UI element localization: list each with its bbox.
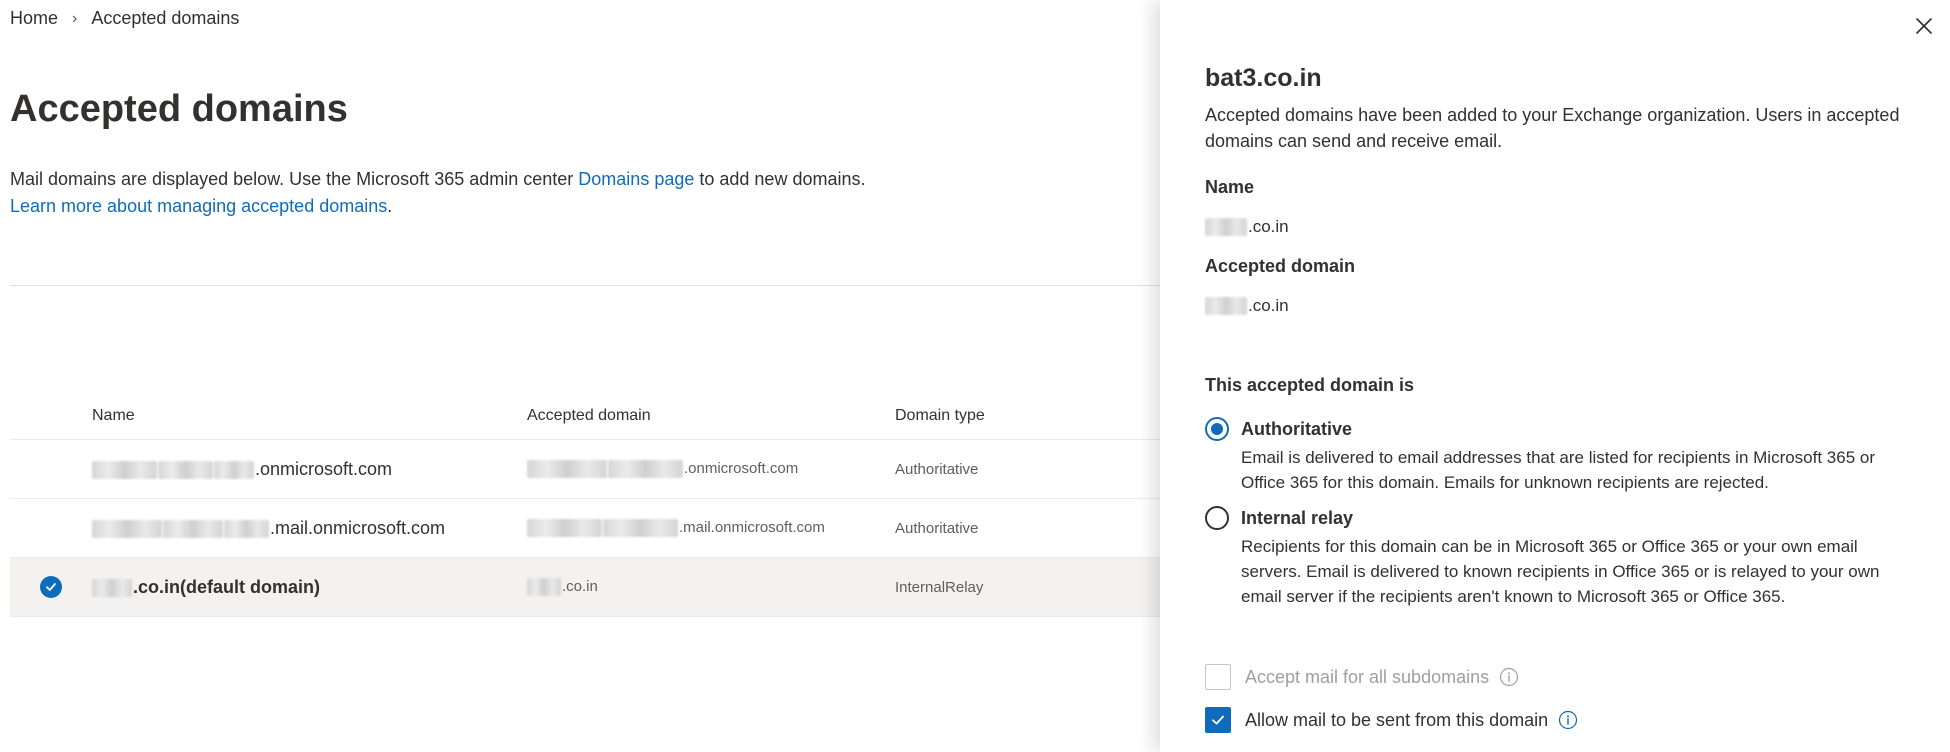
name-value-suffix: .co.in bbox=[1248, 217, 1289, 236]
breadcrumb-home[interactable]: Home bbox=[10, 8, 58, 29]
redacted-text bbox=[608, 460, 683, 479]
page: Home › Accepted domains Accepted domains… bbox=[0, 0, 1950, 752]
name-value: .co.in bbox=[1205, 217, 1289, 237]
row-name-suffix: .mail.onmicrosoft.com bbox=[270, 517, 446, 538]
checkmark-icon bbox=[1212, 715, 1224, 725]
close-button[interactable] bbox=[1912, 14, 1936, 38]
accept-subdomains-checkbox bbox=[1205, 664, 1231, 690]
table-row[interactable]: .onmicrosoft.com .onmicrosoft.com Author… bbox=[10, 440, 1160, 499]
redacted-text bbox=[214, 460, 254, 479]
authoritative-description: Email is delivered to email addresses th… bbox=[1241, 448, 1876, 492]
breadcrumb: Home › Accepted domains bbox=[10, 8, 239, 29]
row-accepted-domain: .mail.onmicrosoft.com bbox=[527, 518, 895, 538]
column-header-accepted-domain[interactable]: Accepted domain bbox=[527, 407, 895, 425]
breadcrumb-current: Accepted domains bbox=[91, 8, 240, 28]
internal-relay-description: Recipients for this domain can be in Mic… bbox=[1241, 537, 1880, 606]
redacted-text bbox=[527, 519, 602, 538]
name-label: Name bbox=[1205, 177, 1255, 197]
table-row[interactable]: .mail.onmicrosoft.com .mail.onmicrosoft.… bbox=[10, 499, 1160, 558]
table-row-selected[interactable]: .co.in(default domain) .co.in InternalRe… bbox=[10, 558, 1160, 617]
description-text-1: Mail domains are displayed below. Use th… bbox=[10, 169, 579, 189]
page-title: Accepted domains bbox=[10, 88, 348, 130]
redacted-text bbox=[163, 519, 223, 538]
row-name: .mail.onmicrosoft.com bbox=[92, 518, 527, 539]
row-accepted-suffix: .mail.onmicrosoft.com bbox=[679, 518, 825, 536]
redacted-text bbox=[1205, 297, 1247, 315]
info-icon[interactable] bbox=[1499, 667, 1519, 687]
checkmark-icon[interactable] bbox=[40, 576, 62, 598]
radio-head: Internal relay bbox=[1205, 506, 1905, 530]
redacted-text bbox=[1205, 218, 1247, 236]
learn-more-link[interactable]: Learn more about managing accepted domai… bbox=[10, 196, 387, 216]
domains-page-link[interactable]: Domains page bbox=[578, 169, 694, 189]
accepted-domain-label: Accepted domain bbox=[1205, 256, 1356, 276]
row-domain-type: Authoritative bbox=[895, 460, 979, 478]
allow-send-option[interactable]: Allow mail to be sent from this domain bbox=[1205, 707, 1578, 733]
authoritative-title: Authoritative bbox=[1241, 418, 1353, 439]
redacted-text bbox=[527, 578, 561, 597]
authoritative-radio[interactable] bbox=[1205, 417, 1229, 441]
row-accepted-domain: .onmicrosoft.com bbox=[527, 459, 895, 479]
radio-dot bbox=[1211, 423, 1223, 435]
row-accepted-suffix: .onmicrosoft.com bbox=[684, 459, 799, 477]
row-name: .co.in(default domain) bbox=[92, 577, 527, 598]
accept-subdomains-label: Accept mail for all subdomains bbox=[1245, 666, 1490, 687]
radio-option-internal-relay[interactable]: Internal relay Recipients for this domai… bbox=[1205, 506, 1905, 609]
internal-relay-title: Internal relay bbox=[1241, 507, 1354, 528]
redacted-text bbox=[92, 519, 162, 538]
page-description: Mail domains are displayed below. Use th… bbox=[10, 166, 870, 220]
main-content: Home › Accepted domains Accepted domains… bbox=[0, 0, 1160, 752]
panel-title: bat3.co.in bbox=[1205, 64, 1322, 92]
info-icon[interactable] bbox=[1558, 710, 1578, 730]
radio-option-authoritative[interactable]: Authoritative Email is delivered to emai… bbox=[1205, 417, 1905, 495]
column-header-name[interactable]: Name bbox=[92, 407, 527, 425]
domains-table: Name Accepted domain Domain type .onmicr… bbox=[10, 393, 1160, 617]
row-domain-type: InternalRelay bbox=[895, 578, 984, 596]
redacted-text bbox=[158, 460, 213, 479]
description-text-2: to add new domains. bbox=[694, 169, 866, 189]
accepted-domain-value-suffix: .co.in bbox=[1248, 296, 1289, 315]
redacted-text bbox=[92, 578, 132, 597]
close-icon[interactable] bbox=[1915, 17, 1933, 35]
accepted-domain-value: .co.in bbox=[1205, 296, 1289, 316]
redacted-text bbox=[603, 519, 678, 538]
description-text-3: . bbox=[387, 196, 393, 216]
internal-relay-radio[interactable] bbox=[1205, 506, 1229, 530]
chevron-right-icon: › bbox=[72, 9, 78, 27]
row-check-cell[interactable] bbox=[10, 576, 92, 598]
row-accepted-suffix: .co.in bbox=[562, 577, 598, 595]
accept-subdomains-option: Accept mail for all subdomains bbox=[1205, 664, 1519, 690]
domain-type-section-label: This accepted domain is bbox=[1205, 375, 1415, 395]
redacted-text bbox=[224, 519, 269, 538]
row-domain-type: Authoritative bbox=[895, 519, 979, 537]
table-header: Name Accepted domain Domain type bbox=[10, 393, 1160, 440]
row-name-suffix: .onmicrosoft.com bbox=[255, 458, 393, 479]
redacted-text bbox=[527, 460, 607, 479]
column-header-domain-type[interactable]: Domain type bbox=[895, 407, 1145, 425]
panel-description: Accepted domains have been added to your… bbox=[1205, 105, 1900, 151]
domain-details-panel: bat3.co.in Accepted domains have been ad… bbox=[1160, 0, 1950, 752]
allow-send-label: Allow mail to be sent from this domain bbox=[1245, 709, 1549, 730]
row-name-suffix: .co.in(default domain) bbox=[133, 576, 320, 597]
row-accepted-domain: .co.in bbox=[527, 577, 895, 597]
row-name: .onmicrosoft.com bbox=[92, 459, 527, 480]
radio-head: Authoritative bbox=[1205, 417, 1905, 441]
allow-send-checkbox[interactable] bbox=[1205, 707, 1231, 733]
divider bbox=[10, 285, 1160, 286]
redacted-text bbox=[92, 460, 157, 479]
